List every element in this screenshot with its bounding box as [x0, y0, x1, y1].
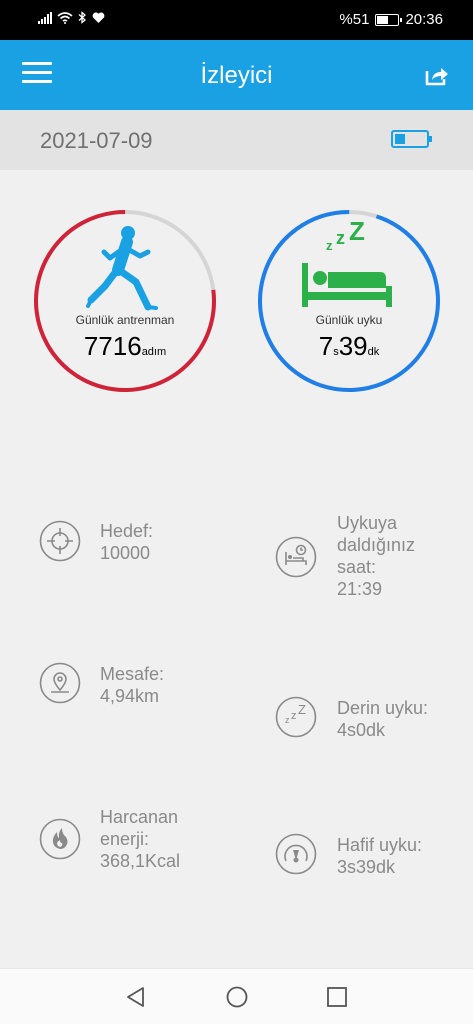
bed-clock-icon	[275, 536, 317, 578]
flame-icon	[39, 818, 81, 860]
share-icon[interactable]	[423, 62, 451, 90]
svg-text:z: z	[336, 228, 345, 248]
distance-label: Mesafe:	[100, 664, 165, 684]
app-bar: İzleyici	[0, 40, 473, 110]
deep-sleep-stat: Derin uyku: 4s0dk	[337, 697, 428, 741]
back-triangle-icon[interactable]	[124, 985, 148, 1009]
sleep-time-label-line-2: daldığınız	[337, 535, 416, 555]
sleep-bed-icon: z z Z	[302, 216, 392, 307]
steps-unit: adım	[141, 346, 167, 358]
sleep-time-label-line-1: Uykuya	[337, 513, 398, 533]
deep-sleep-value: 4s0dk	[337, 720, 386, 740]
sleep-label: Günlük uyku	[315, 313, 383, 327]
light-sleep-stat: Hafif uyku: 3s39dk	[337, 834, 422, 878]
light-sleep-value: 3s39dk	[337, 857, 396, 877]
date-label[interactable]: 2021-07-09	[40, 128, 153, 154]
target-value: 10000	[100, 543, 151, 563]
battery-percent: %51	[339, 11, 370, 28]
distance-value: 4,94km	[100, 686, 160, 706]
energy-label-line-1: Harcanan	[100, 807, 179, 827]
gauge-icon	[275, 833, 317, 875]
activity-label: Günlük antrenman	[75, 313, 175, 327]
page-title: İzleyici	[200, 62, 273, 89]
activity-value: 7716adım	[32, 331, 218, 362]
recents-square-icon[interactable]	[325, 985, 349, 1009]
bluetooth-icon	[78, 11, 86, 24]
status-bar: %51 20:36	[0, 0, 473, 40]
wifi-icon	[57, 11, 73, 24]
sleep-time-value: 21:39	[337, 579, 383, 599]
svg-text:Z: Z	[349, 216, 365, 246]
sleep-minutes: 39	[338, 331, 368, 361]
light-sleep-label: Hafif uyku:	[337, 835, 423, 855]
sleep-ring[interactable]: z z Z Günlük uyku 7s39dk	[256, 208, 442, 394]
distance-stat: Mesafe: 4,94km	[100, 663, 164, 707]
svg-text:z: z	[326, 238, 333, 253]
location-pin-icon	[39, 662, 81, 704]
sleep-time-label-line-3: saat:	[337, 557, 377, 577]
battery-icon	[391, 130, 432, 148]
sleep-minutes-unit: dk	[367, 346, 380, 358]
deep-sleep-label: Derin uyku:	[337, 698, 429, 718]
status-icons-left	[38, 11, 105, 24]
activity-ring[interactable]: Günlük antrenman 7716adım	[32, 208, 218, 394]
sleep-hours: 7	[318, 331, 334, 361]
target-stat: Hedef: 10000	[100, 520, 153, 564]
sleep-time-stat: Uykuya daldığınız saat: 21:39	[337, 512, 415, 600]
sleep-value: 7s39dk	[256, 331, 442, 362]
steps-count: 7716	[83, 331, 142, 361]
phone-battery-icon	[375, 13, 403, 26]
heart-icon	[92, 12, 105, 23]
target-icon	[39, 520, 81, 562]
runner-icon	[86, 226, 158, 311]
energy-stat: Harcanan enerji: 368,1Kcal	[100, 806, 180, 872]
svg-text:z: z	[285, 715, 290, 725]
energy-label-line-2: enerji:	[100, 829, 150, 849]
home-circle-icon[interactable]	[225, 985, 249, 1009]
target-label: Hedef:	[100, 521, 154, 541]
energy-value: 368,1Kcal	[100, 851, 181, 871]
zzz-icon: z z Z	[275, 696, 317, 738]
status-icons-right: %51 20:36	[339, 11, 443, 28]
system-nav-bar	[0, 968, 473, 1024]
svg-text:z: z	[291, 710, 297, 722]
clock: 20:36	[405, 11, 443, 28]
svg-text:Z: Z	[298, 702, 306, 717]
signal-icon	[38, 11, 52, 24]
